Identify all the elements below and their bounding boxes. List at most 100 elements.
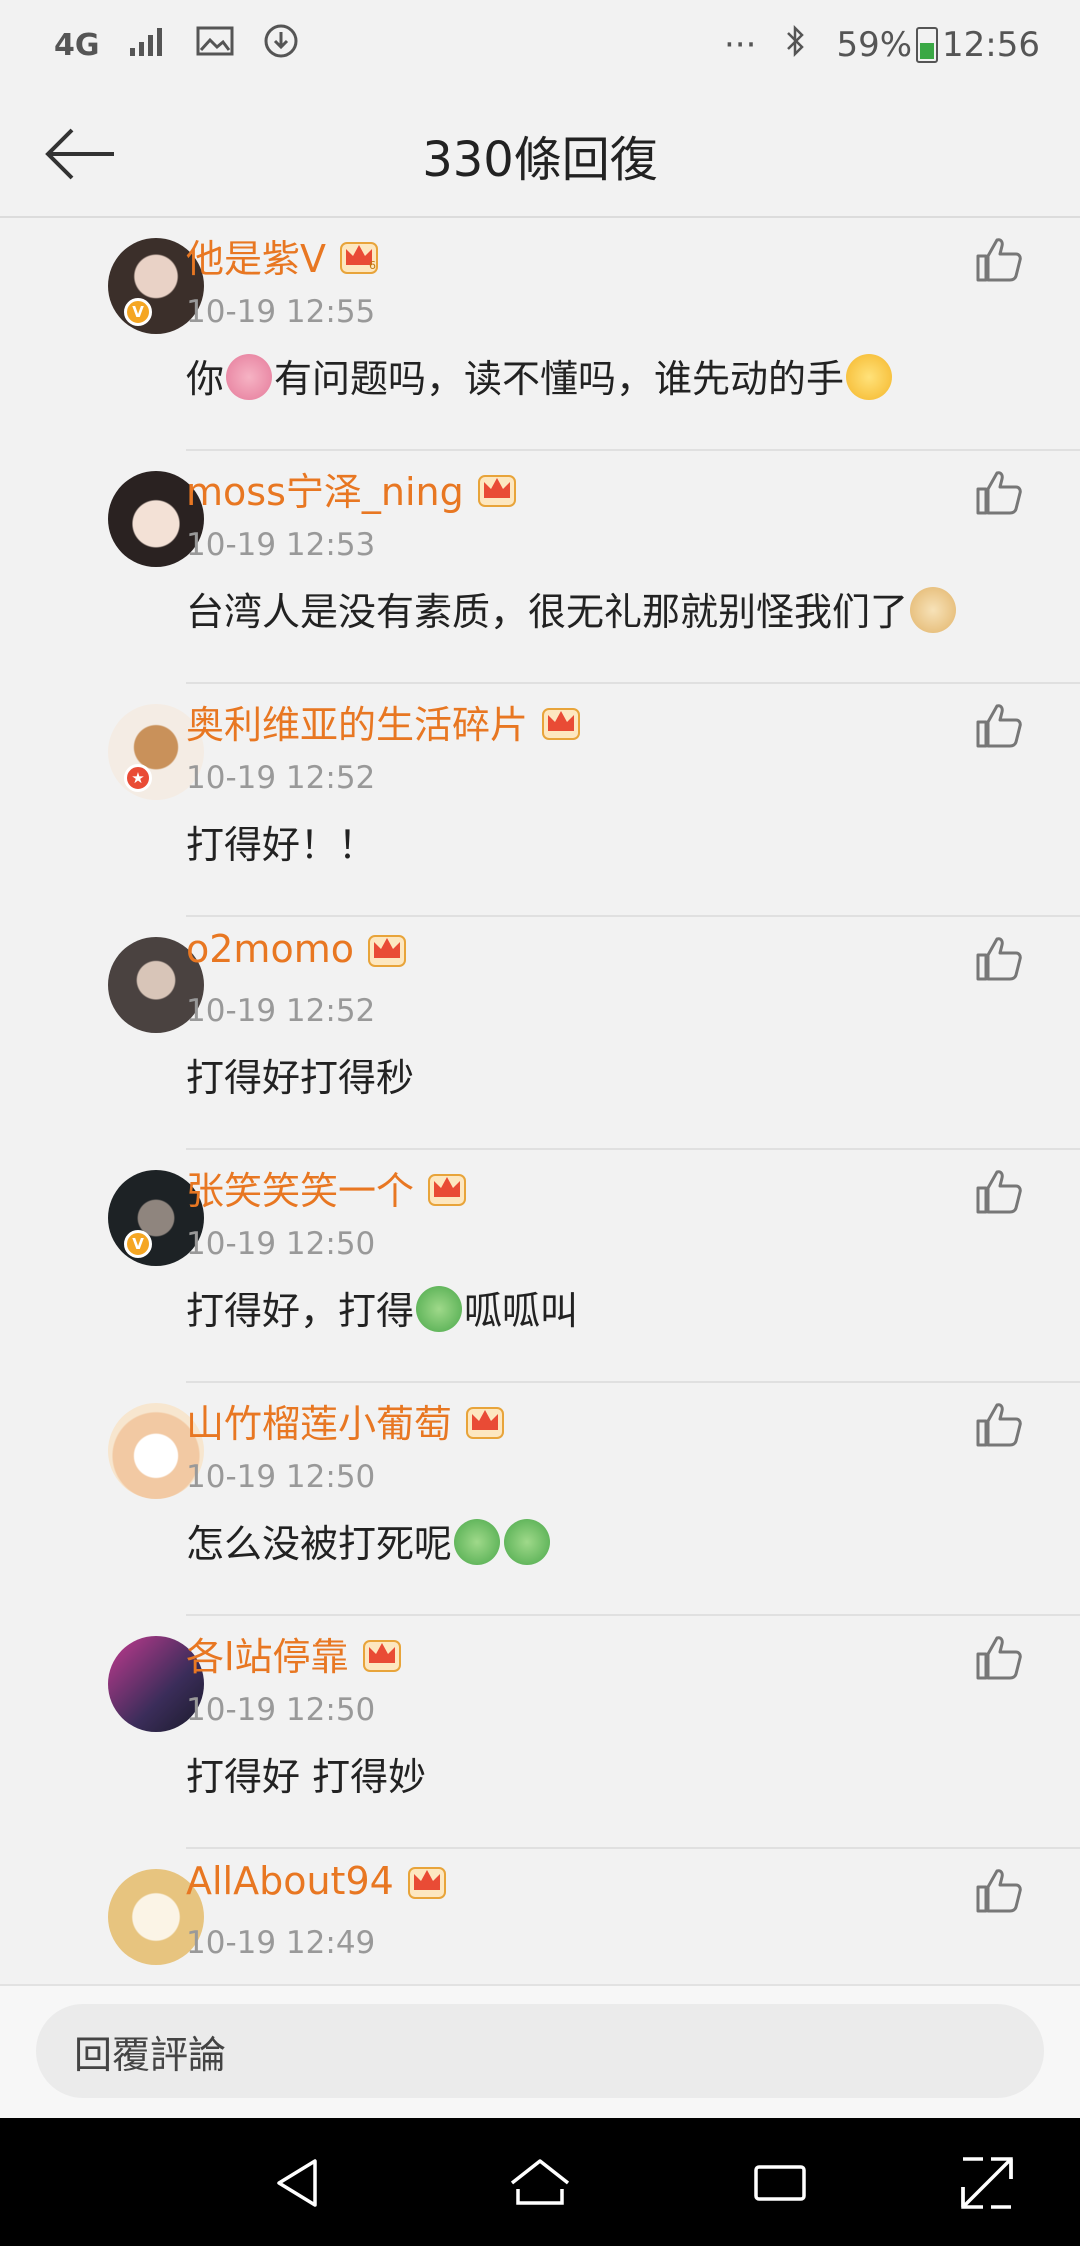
like-thumb-icon[interactable] bbox=[972, 234, 1024, 286]
image-icon bbox=[196, 25, 234, 66]
username[interactable]: 他是紫V 6 bbox=[186, 228, 380, 283]
comment-content: 你有问题吗，读不懂吗，谁先动的手 bbox=[186, 348, 894, 403]
nav-back-button[interactable] bbox=[264, 2148, 334, 2218]
battery-icon bbox=[916, 27, 939, 63]
comment-item: moss宁泽_ning 10-19 12:53 台湾人是没有素质，很无礼那就别怪… bbox=[0, 451, 1080, 684]
username[interactable]: o2momo bbox=[186, 927, 408, 971]
smirk-emoji-icon bbox=[846, 354, 893, 400]
more-indicator: ··· bbox=[724, 25, 757, 65]
bluetooth-icon bbox=[784, 23, 808, 68]
like-thumb-icon[interactable] bbox=[972, 1865, 1024, 1917]
crown-badge-icon bbox=[466, 1406, 505, 1439]
like-thumb-icon[interactable] bbox=[972, 1166, 1024, 1218]
crown-badge-icon bbox=[477, 474, 516, 507]
reply-input[interactable]: 回覆評論 bbox=[36, 2004, 1044, 2098]
comment-time: 10-19 12:49 bbox=[186, 1925, 376, 1961]
verified-badge-icon: V bbox=[124, 298, 152, 326]
comment-item: 山竹榴莲小葡萄 10-19 12:50 怎么没被打死呢 bbox=[0, 1383, 1080, 1616]
username[interactable]: 山竹榴莲小葡萄 bbox=[186, 1393, 506, 1448]
expand-icon bbox=[961, 2157, 1013, 2209]
avatar[interactable] bbox=[54, 461, 204, 567]
navigation-bar bbox=[0, 2118, 1080, 2246]
comment-time: 10-19 12:53 bbox=[186, 527, 376, 563]
username-text: 他是紫V bbox=[186, 237, 326, 281]
battery-group: 59% 12:56 bbox=[836, 25, 1040, 65]
username[interactable]: AllAbout94 bbox=[186, 1859, 448, 1903]
username[interactable]: moss宁泽_ning bbox=[186, 461, 518, 516]
like-thumb-icon[interactable] bbox=[972, 933, 1024, 985]
frog-emoji-icon bbox=[416, 1286, 463, 1332]
comment-item: ★ 奥利维亚的生活碎片 10-19 12:52 打得好！！ bbox=[0, 684, 1080, 917]
nav-recents-button[interactable] bbox=[745, 2148, 815, 2218]
frog-emoji-icon bbox=[454, 1519, 501, 1565]
page-title: 330條回復 bbox=[422, 132, 658, 188]
comment-content: 打得好打得秒 bbox=[186, 1056, 415, 1100]
avatar[interactable] bbox=[54, 1626, 204, 1732]
username[interactable]: 张笑笑笑一个 bbox=[186, 1160, 468, 1215]
username-text: 山竹榴莲小葡萄 bbox=[186, 1402, 453, 1446]
crown-badge-icon bbox=[428, 1173, 467, 1206]
comment-content: 台湾人是没有素质，很无礼那就别怪我们了 bbox=[186, 581, 958, 636]
status-right: ··· 59% 12:56 bbox=[724, 23, 1040, 68]
comment-time: 10-19 12:50 bbox=[186, 1459, 376, 1495]
comment-item: AllAbout94 10-19 12:49 bbox=[0, 1849, 1080, 1984]
crown-badge-icon bbox=[542, 707, 581, 740]
battery-percent: 59% bbox=[836, 25, 913, 65]
doge-emoji-icon bbox=[910, 587, 957, 633]
crown-badge-icon: 6 bbox=[340, 241, 378, 274]
nav-home-button[interactable] bbox=[505, 2148, 575, 2218]
verified-badge-icon: V bbox=[124, 1230, 152, 1258]
reply-bar: 回覆評論 bbox=[0, 1984, 1080, 2118]
header: 330條回復 bbox=[0, 90, 1080, 218]
frog-emoji-icon bbox=[504, 1519, 551, 1565]
like-thumb-icon[interactable] bbox=[972, 1632, 1024, 1684]
download-icon bbox=[262, 22, 300, 69]
username-text: 各l站停靠 bbox=[186, 1635, 349, 1679]
like-thumb-icon[interactable] bbox=[972, 1399, 1024, 1451]
signal-icon bbox=[128, 24, 168, 67]
username-text: AllAbout94 bbox=[186, 1859, 394, 1903]
network-indicator: 4G bbox=[54, 27, 100, 63]
crown-badge-icon bbox=[407, 1867, 446, 1899]
avatar[interactable]: V bbox=[54, 228, 204, 334]
comment-time: 10-19 12:50 bbox=[186, 1226, 376, 1262]
username-text: 奥利维亚的生活碎片 bbox=[186, 703, 529, 747]
comment-time: 10-19 12:55 bbox=[186, 294, 376, 330]
comment-time: 10-19 12:50 bbox=[186, 1692, 376, 1728]
nav-expand-button[interactable] bbox=[952, 2148, 1022, 2218]
status-left: 4G bbox=[54, 22, 300, 69]
username-text: 张笑笑笑一个 bbox=[186, 1169, 415, 1213]
crown-badge-icon bbox=[362, 1639, 401, 1672]
avatar[interactable] bbox=[54, 927, 204, 1033]
comment-content: 打得好！！ bbox=[186, 823, 377, 867]
avatar[interactable]: V bbox=[54, 1160, 204, 1266]
like-thumb-icon[interactable] bbox=[972, 467, 1024, 519]
comment-list[interactable]: V 他是紫V 6 10-19 12:55 你有问题吗，读不懂吗，谁先动的手 mo… bbox=[0, 218, 1080, 1984]
comment-item: o2momo 10-19 12:52 打得好打得秒 bbox=[0, 917, 1080, 1150]
comment-item: 各l站停靠 10-19 12:50 打得好 打得妙 bbox=[0, 1616, 1080, 1849]
avatar[interactable] bbox=[54, 1859, 204, 1965]
comment-content: 打得好 打得妙 bbox=[186, 1755, 427, 1799]
triangle-back-icon bbox=[277, 2159, 317, 2207]
status-time: 12:56 bbox=[942, 25, 1040, 65]
crown-badge-icon bbox=[367, 935, 406, 967]
comment-item: V 他是紫V 6 10-19 12:55 你有问题吗，读不懂吗，谁先动的手 bbox=[0, 218, 1080, 451]
brain-emoji-icon bbox=[226, 354, 273, 400]
username[interactable]: 各l站停靠 bbox=[186, 1626, 403, 1681]
svg-text:6: 6 bbox=[369, 259, 376, 272]
comment-content: 怎么没被打死呢 bbox=[186, 1513, 552, 1568]
recents-icon bbox=[754, 2165, 806, 2201]
star-badge-icon: ★ bbox=[124, 764, 152, 792]
comment-item: V 张笑笑笑一个 10-19 12:50 打得好，打得 呱呱叫 bbox=[0, 1150, 1080, 1383]
comment-time: 10-19 12:52 bbox=[186, 993, 376, 1029]
comment-content: 打得好，打得 呱呱叫 bbox=[186, 1280, 578, 1335]
avatar[interactable] bbox=[54, 1393, 204, 1499]
username[interactable]: 奥利维亚的生活碎片 bbox=[186, 694, 582, 749]
like-thumb-icon[interactable] bbox=[972, 700, 1024, 752]
home-icon bbox=[510, 2159, 570, 2205]
username-text: moss宁泽_ning bbox=[186, 470, 464, 514]
avatar[interactable]: ★ bbox=[54, 694, 204, 800]
username-text: o2momo bbox=[186, 927, 354, 971]
status-bar: 4G ··· 59% 12:56 bbox=[0, 0, 1080, 90]
comment-time: 10-19 12:52 bbox=[186, 760, 376, 796]
